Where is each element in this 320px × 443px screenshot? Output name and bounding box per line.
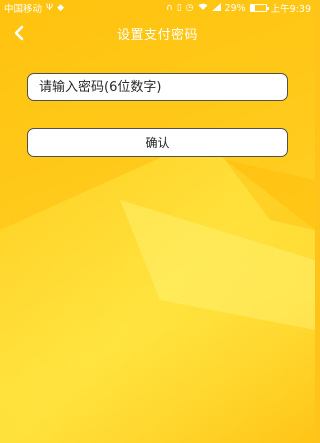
battery-percent: 29% [224,2,246,14]
location-icon: ◆ [57,2,65,13]
battery-icon [249,4,269,12]
signal-icon [211,2,221,14]
confirm-button[interactable]: 确认 [27,128,288,157]
status-left: 中国移动 Ψ ◆ [4,1,64,15]
background [0,0,315,443]
back-button[interactable] [6,20,32,46]
battery-fill [250,5,255,11]
alarm-icon: ◷ [185,2,194,13]
status-right: ∩ ▯ ◷ 29% 上午9:39 [166,1,311,15]
chevron-left-icon [14,25,24,41]
nav-bar: 设置支付密码 [0,16,315,50]
status-bar: 中国移动 Ψ ◆ ∩ ▯ ◷ 29% 上午9:39 [0,0,315,16]
vibrate-icon: ▯ [176,2,182,13]
headset-icon: ∩ [166,2,173,13]
page-title: 设置支付密码 [116,27,198,43]
usb-icon: Ψ [46,2,54,13]
password-input[interactable] [37,78,287,96]
wifi-icon [198,3,208,14]
password-field[interactable] [27,73,288,101]
clock: 上午9:39 [270,4,311,15]
carrier-label: 中国移动 [4,4,43,15]
